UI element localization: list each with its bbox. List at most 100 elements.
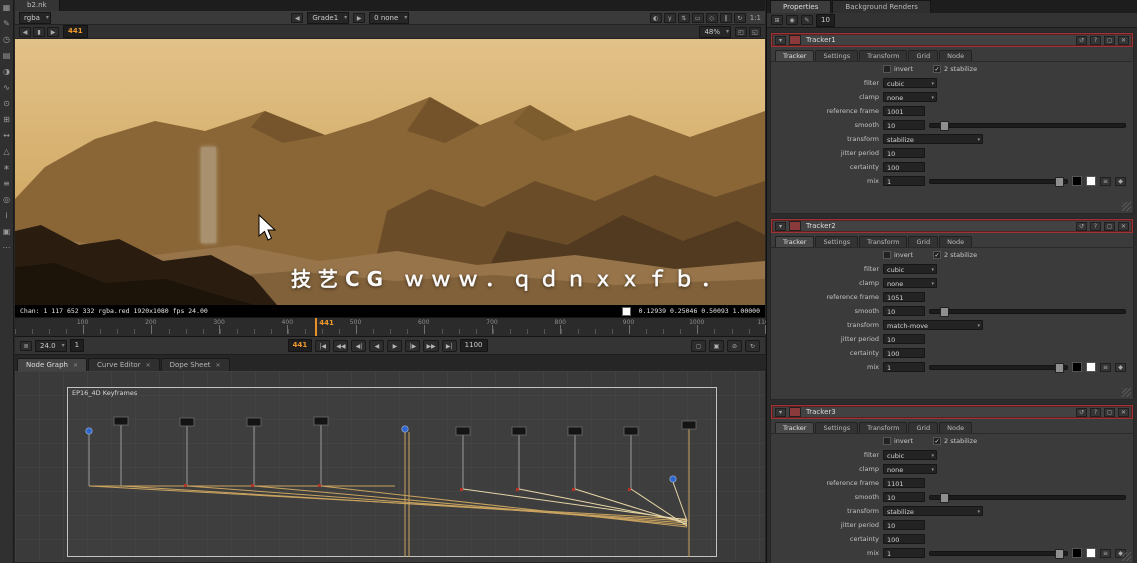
checkbox-box[interactable] (883, 437, 891, 445)
panel-tab-transform[interactable]: Transform (859, 50, 907, 61)
checkbox-box[interactable]: ✓ (933, 65, 941, 73)
graph-node[interactable] (624, 427, 638, 435)
checkbox-invert[interactable]: invert (883, 437, 913, 445)
checkbox-box[interactable]: ✓ (933, 437, 941, 445)
param-select[interactable]: none (883, 92, 937, 102)
black-swatch[interactable] (1072, 548, 1082, 558)
graph-node[interactable] (512, 427, 526, 435)
graph-node[interactable] (682, 421, 696, 429)
panel-tab-tracker[interactable]: Tracker (775, 50, 814, 61)
zoom-select[interactable]: 48% (699, 26, 731, 38)
wipe-icon[interactable]: ⇅ (678, 13, 690, 23)
param-select[interactable]: cubic (883, 264, 937, 274)
animation-menu-icon[interactable]: ◆ (1115, 177, 1126, 186)
layer-select[interactable]: rgba (19, 12, 51, 24)
checkbox-2-stabilize[interactable]: ✓2 stabilize (933, 437, 977, 445)
marker-icon[interactable]: ▮ (33, 27, 45, 37)
panel-tab-node[interactable]: Node (939, 422, 972, 433)
dot-node[interactable] (402, 426, 408, 432)
pause-icon[interactable]: ‖ (720, 13, 732, 23)
script-tab[interactable]: b2.nk (15, 0, 60, 11)
panel-resize-grip[interactable] (1122, 388, 1131, 397)
slider-handle[interactable] (940, 121, 949, 131)
help-icon[interactable]: ? (1090, 36, 1101, 45)
panel-header[interactable]: ▾Tracker1↺?◻✕ (771, 33, 1133, 47)
param-number-field[interactable]: 10 (883, 120, 925, 130)
time-icon[interactable]: ◷ (3, 35, 10, 44)
channels-icon[interactable]: ≡ (1100, 177, 1111, 186)
panel-tab-transform[interactable]: Transform (859, 422, 907, 433)
panel-menu-icon[interactable]: ▾ (775, 36, 786, 45)
transform-icon[interactable]: ↔ (3, 131, 10, 140)
next-keyframe-icon[interactable]: ▶ (47, 27, 59, 37)
toolsets-icon[interactable]: ▣ (3, 227, 11, 236)
buffer-b-select[interactable]: 0 none (369, 12, 409, 24)
metadata-icon[interactable]: i (5, 211, 7, 220)
param-number-field[interactable]: 10 (883, 306, 925, 316)
revert-icon[interactable]: ↺ (1076, 36, 1087, 45)
views-icon[interactable]: ◎ (3, 195, 10, 204)
merge-icon[interactable]: ⊞ (3, 115, 10, 124)
other-icon[interactable]: ⋯ (3, 243, 11, 252)
node-graph[interactable]: EP16_4D Keyframes (15, 371, 765, 562)
expand-all-icon[interactable]: ⊞ (771, 15, 783, 25)
panel-tab-node[interactable]: Node (939, 236, 972, 247)
graph-node[interactable] (568, 427, 582, 435)
param-select[interactable]: stabilize (883, 134, 983, 144)
transport-fwd-button-0[interactable]: ▶ (387, 340, 402, 352)
refresh-icon[interactable]: ↻ (734, 13, 746, 23)
gain-icon[interactable]: ◐ (650, 13, 662, 23)
param-select[interactable]: match-move (883, 320, 983, 330)
keyer-icon[interactable]: ⊙ (3, 99, 10, 108)
white-swatch[interactable] (1086, 362, 1096, 372)
roi-icon[interactable]: ▭ (692, 13, 704, 23)
panel-tab-grid[interactable]: Grid (908, 50, 938, 61)
slider-handle[interactable] (1055, 177, 1064, 187)
param-number-field[interactable]: 100 (883, 534, 925, 544)
playhead[interactable] (315, 318, 317, 336)
prev-keyframe-icon[interactable]: ◀ (19, 27, 31, 37)
transport-fwd-button-3[interactable]: ▶| (442, 340, 457, 352)
draw-icon[interactable]: ✎ (3, 19, 10, 28)
tab-curve-editor[interactable]: Curve Editor✕ (88, 358, 160, 371)
panel-resize-grip[interactable] (1122, 552, 1131, 561)
proxy-icon[interactable]: ◇ (706, 13, 718, 23)
viewer-frame-field[interactable]: 441 (63, 25, 88, 38)
checkbox-invert[interactable]: invert (883, 65, 913, 73)
checkbox-2-stabilize[interactable]: ✓2 stabilize (933, 65, 977, 73)
white-swatch[interactable] (1086, 548, 1096, 558)
param-slider[interactable] (929, 309, 1126, 314)
filter-icon[interactable]: ∿ (3, 83, 10, 92)
close-tab-icon[interactable]: ✕ (216, 362, 221, 369)
pin-panels-icon[interactable]: ◉ (786, 15, 798, 25)
tab-properties[interactable]: Properties (770, 0, 831, 13)
panel-tab-grid[interactable]: Grid (908, 236, 938, 247)
viewer-canvas[interactable]: 技艺CG ｗｗｗ．ｑｄｎｘｘｆｂ． (15, 39, 765, 305)
param-select[interactable]: cubic (883, 78, 937, 88)
panel-menu-icon[interactable]: ▾ (775, 408, 786, 417)
slider-handle[interactable] (940, 493, 949, 503)
checkbox-invert[interactable]: invert (883, 251, 913, 259)
param-number-field[interactable]: 10 (883, 148, 925, 158)
channels-icon[interactable]: ≡ (1100, 549, 1111, 558)
graph-node[interactable] (314, 417, 328, 425)
buffer-next-icon[interactable]: ▶ (353, 13, 365, 23)
close-panel-icon[interactable]: ✕ (1118, 222, 1129, 231)
param-number-field[interactable]: 10 (883, 334, 925, 344)
param-number-field[interactable]: 10 (883, 492, 925, 502)
panel-resize-grip[interactable] (1122, 202, 1131, 211)
param-select[interactable]: cubic (883, 450, 937, 460)
float-panel-icon[interactable]: ◻ (1104, 222, 1115, 231)
close-tab-icon[interactable]: ✕ (73, 362, 78, 369)
frame-range-icon[interactable]: ◻ (691, 340, 706, 352)
panel-tab-transform[interactable]: Transform (859, 236, 907, 247)
slider-handle[interactable] (940, 307, 949, 317)
float-panel-icon[interactable]: ◻ (1104, 36, 1115, 45)
particles-icon[interactable]: ∗ (3, 163, 10, 172)
param-select[interactable]: none (883, 464, 937, 474)
black-swatch[interactable] (1072, 362, 1082, 372)
param-slider[interactable] (929, 123, 1126, 128)
param-number-field[interactable]: 10 (883, 520, 925, 530)
revert-icon[interactable]: ↺ (1076, 408, 1087, 417)
timeline-ruler[interactable]: 10020030040050060070080090010001100441 (15, 317, 765, 337)
